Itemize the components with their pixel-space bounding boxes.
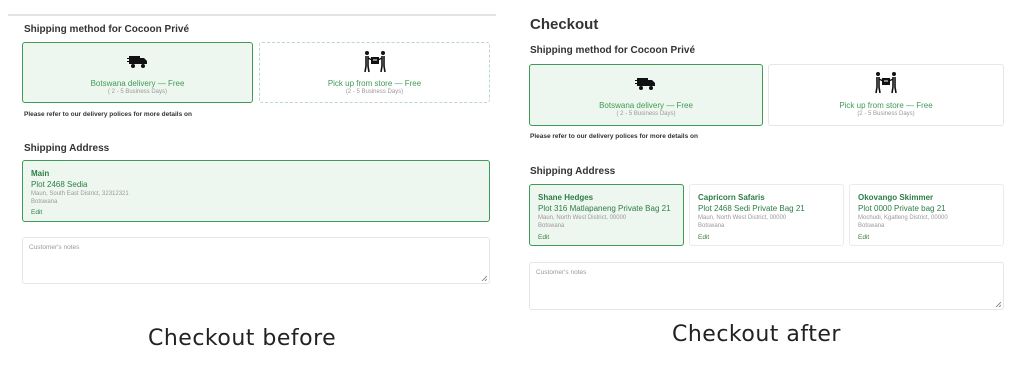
- address-name: Okovango Skimmer: [858, 193, 934, 202]
- shipping-method-title: Shipping method for Cocoon Privé: [530, 45, 695, 56]
- delivery-policy-note: Please refer to our delivery polices for…: [24, 111, 192, 118]
- pickup-store-icon: [769, 71, 1003, 95]
- shipping-address-title: Shipping Address: [530, 166, 616, 177]
- method-pickup-store[interactable]: Pick up from store — Free (2 - 5 Busines…: [768, 64, 1004, 126]
- resize-grip-icon[interactable]: [995, 301, 1001, 307]
- address-name: Capricorn Safaris: [698, 193, 765, 202]
- address-card-okovango-skimmer[interactable]: Okovango Skimmer Plot 0000 Private bag 2…: [849, 184, 1004, 246]
- address-country: Botswana: [31, 199, 58, 205]
- caption-before: Checkout before: [148, 326, 337, 351]
- method-botswana-delivery[interactable]: Botswana delivery — Free ( 2 - 5 Busines…: [529, 64, 763, 126]
- pickup-store-icon: [260, 50, 489, 74]
- delivery-truck-icon: [23, 52, 252, 70]
- address-street: Plot 2468 Sedi Private Bag 21: [698, 204, 805, 213]
- address-district: Maun, South East District, 32312321: [31, 191, 129, 197]
- address-country: Botswana: [698, 223, 725, 229]
- customer-notes-input[interactable]: Customer's notes: [22, 237, 490, 284]
- caption-after: Checkout after: [672, 322, 841, 347]
- edit-address-link[interactable]: Edit: [858, 234, 869, 241]
- method-sub: (2 - 5 Business Days): [857, 111, 915, 117]
- method-sub: (2 - 5 Business Days): [345, 89, 404, 95]
- edit-address-link[interactable]: Edit: [538, 234, 549, 241]
- method-label: Botswana delivery — Free: [90, 79, 185, 88]
- address-card-main[interactable]: Main Plot 2468 Sedia Maun, South East Di…: [22, 160, 490, 222]
- address-street: Plot 0000 Private bag 21: [858, 204, 946, 213]
- notes-placeholder: Customer's notes: [29, 244, 80, 251]
- address-name: Main: [31, 169, 50, 178]
- method-label: Botswana delivery — Free: [599, 101, 693, 110]
- address-name: Shane Hedges: [538, 193, 594, 202]
- address-district: Maun, North West District, 00000: [698, 215, 787, 221]
- address-country: Botswana: [858, 223, 885, 229]
- address-district: Maun, North West District, 00000: [538, 215, 627, 221]
- edit-address-link[interactable]: Edit: [698, 234, 709, 241]
- checkout-title: Checkout: [530, 16, 599, 33]
- address-street: Plot 2468 Sedia: [31, 180, 88, 189]
- delivery-truck-icon: [530, 74, 762, 92]
- method-sub: ( 2 - 5 Business Days): [616, 111, 676, 117]
- delivery-policy-note: Please refer to our delivery polices for…: [530, 133, 698, 140]
- method-label: Pick up from store — Free: [327, 79, 422, 88]
- address-country: Botswana: [538, 223, 565, 229]
- top-divider: [8, 14, 496, 16]
- address-card-shane-hedges[interactable]: Shane Hedges Plot 316 Matlapaneng Privat…: [529, 184, 684, 246]
- method-sub: ( 2 - 5 Business Days): [107, 89, 168, 95]
- resize-grip-icon[interactable]: [481, 275, 487, 281]
- customer-notes-input[interactable]: Customer's notes: [529, 262, 1004, 310]
- shipping-method-title: Shipping method for Cocoon Privé: [24, 24, 189, 35]
- checkout-after-panel: Checkout Shipping method for Cocoon Priv…: [522, 14, 1012, 314]
- shipping-address-title: Shipping Address: [24, 143, 110, 154]
- method-pickup-store[interactable]: Pick up from store — Free (2 - 5 Busines…: [259, 42, 490, 103]
- method-botswana-delivery[interactable]: Botswana delivery — Free ( 2 - 5 Busines…: [22, 42, 253, 103]
- method-label: Pick up from store — Free: [839, 101, 933, 110]
- address-street: Plot 316 Matlapaneng Private Bag 21: [538, 204, 671, 213]
- checkout-before-panel: Shipping method for Cocoon Privé Botswan…: [8, 14, 496, 294]
- notes-placeholder: Customer's notes: [536, 269, 587, 276]
- edit-address-link[interactable]: Edit: [31, 209, 42, 216]
- address-card-capricorn-safaris[interactable]: Capricorn Safaris Plot 2468 Sedi Private…: [689, 184, 844, 246]
- address-district: Mochudi, Kgatleng District, 00000: [858, 215, 948, 221]
